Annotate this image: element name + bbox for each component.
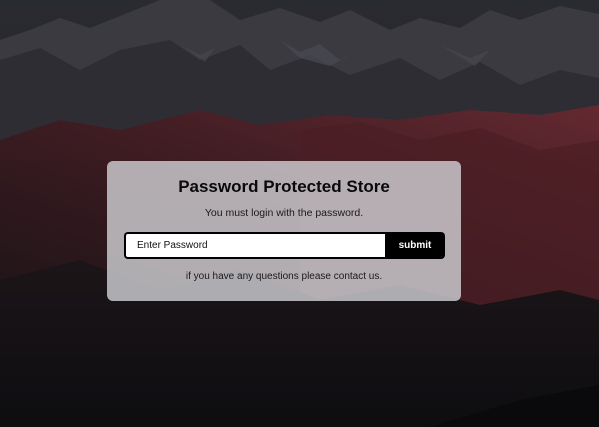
password-form: submit — [124, 232, 445, 259]
page-title: Password Protected Store — [178, 177, 390, 196]
password-input[interactable] — [124, 232, 385, 259]
login-card: Password Protected Store You must login … — [107, 161, 461, 301]
password-page: Password Protected Store You must login … — [0, 0, 599, 427]
submit-button[interactable]: submit — [385, 232, 445, 259]
login-instruction: You must login with the password. — [204, 207, 364, 219]
contact-text: if you have any questions please contact… — [185, 271, 383, 282]
